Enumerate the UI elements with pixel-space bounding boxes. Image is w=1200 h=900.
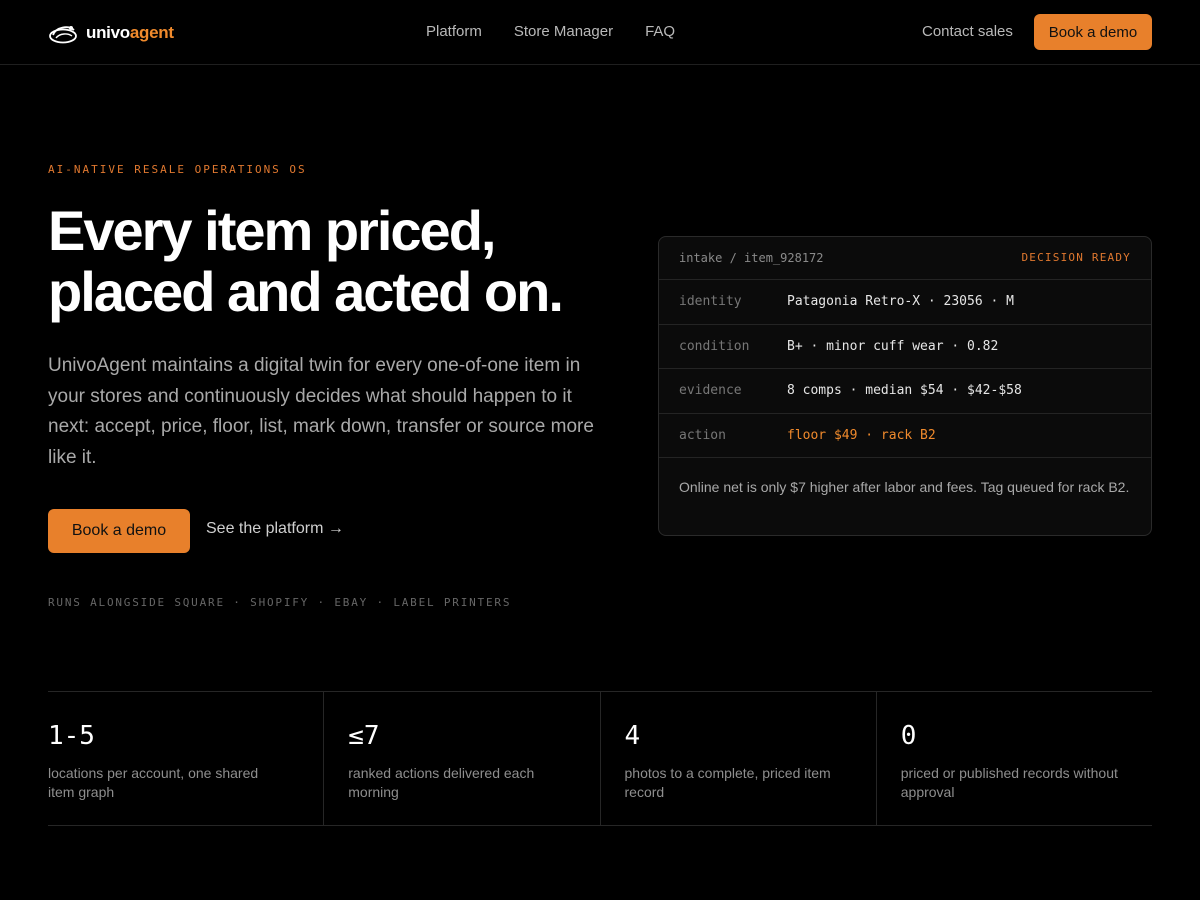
card-header: intake / item_928172 DECISION READY: [659, 237, 1151, 280]
see-platform-link[interactable]: See the platform →: [206, 520, 344, 538]
hero-headline: Every item priced, placed and acted on.: [48, 200, 648, 322]
nav-book-demo-button[interactable]: Book a demo: [1034, 14, 1152, 50]
logo-wordmark: univoagent: [86, 23, 174, 43]
stat-description: locations per account, one shared item g…: [48, 765, 259, 800]
stat-value: ≤7: [348, 721, 380, 751]
logo-accent-text: agent: [129, 23, 174, 42]
stat-approval: 0 priced or published records without ap…: [875, 692, 1152, 825]
logo-primary-text: univo: [86, 23, 130, 42]
stat-value: 1-5: [48, 721, 95, 751]
card-row-evidence: evidence 8 comps · median $54 · $42-$58: [659, 369, 1151, 414]
row-key: identity: [679, 294, 742, 309]
stat-actions: ≤7 ranked actions delivered each morning: [323, 692, 599, 825]
row-value-action: floor $49 · rack B2: [787, 427, 936, 443]
headline-line-2: placed and acted on.: [48, 260, 564, 323]
hero-book-demo-button[interactable]: Book a demo: [48, 509, 190, 553]
decision-card: intake / item_928172 DECISION READY iden…: [658, 236, 1152, 536]
stat-description: photos to a complete, priced item record: [624, 765, 831, 800]
decision-status-badge: DECISION READY: [1021, 251, 1131, 264]
stat-description: priced or published records without appr…: [900, 765, 1118, 800]
nav-link-platform[interactable]: Platform: [426, 23, 482, 40]
integrations-line: RUNS ALONGSIDE SQUARE · SHOPIFY · EBAY ·…: [48, 596, 512, 609]
row-key: action: [679, 427, 726, 443]
top-nav: univoagent Platform Store Manager FAQ Co…: [0, 0, 1200, 65]
nav-links: Platform Store Manager FAQ: [426, 23, 675, 40]
headline-line-1: Every item priced,: [48, 199, 496, 262]
logo[interactable]: univoagent: [48, 20, 174, 46]
stat-value: 4: [624, 721, 641, 751]
stat-description: ranked actions delivered each morning: [348, 765, 535, 800]
card-row-condition: condition B+ · minor cuff wear · 0.82: [659, 325, 1151, 369]
row-value: Patagonia Retro-X · 23056 · M: [787, 294, 1014, 309]
hero-description: UnivoAgent maintains a digital twin for …: [48, 355, 594, 468]
stats-strip: 1-5 locations per account, one shared it…: [48, 691, 1152, 826]
stat-photos: 4 photos to a complete, priced item reco…: [599, 692, 876, 825]
row-key: condition: [679, 338, 750, 354]
row-value: 8 comps · median $54 · $42-$58: [787, 383, 1022, 398]
row-key: evidence: [679, 383, 742, 398]
nav-link-faq[interactable]: FAQ: [645, 23, 675, 40]
contact-sales-link[interactable]: Contact sales: [922, 23, 1013, 40]
logo-icon: [49, 26, 77, 44]
stat-locations: 1-5 locations per account, one shared it…: [48, 692, 323, 825]
card-row-identity: identity Patagonia Retro-X · 23056 · M: [659, 280, 1151, 325]
stat-value: 0: [900, 721, 917, 751]
card-item-path: intake / item_928172: [679, 251, 824, 265]
nav-link-store-manager[interactable]: Store Manager: [514, 23, 613, 40]
row-value: B+ · minor cuff wear · 0.82: [787, 338, 999, 354]
card-row-action: action floor $49 · rack B2: [659, 414, 1151, 458]
hero-eyebrow: AI-NATIVE RESALE OPERATIONS OS: [48, 163, 307, 176]
card-note: Online net is only $7 higher after labor…: [679, 479, 1130, 495]
